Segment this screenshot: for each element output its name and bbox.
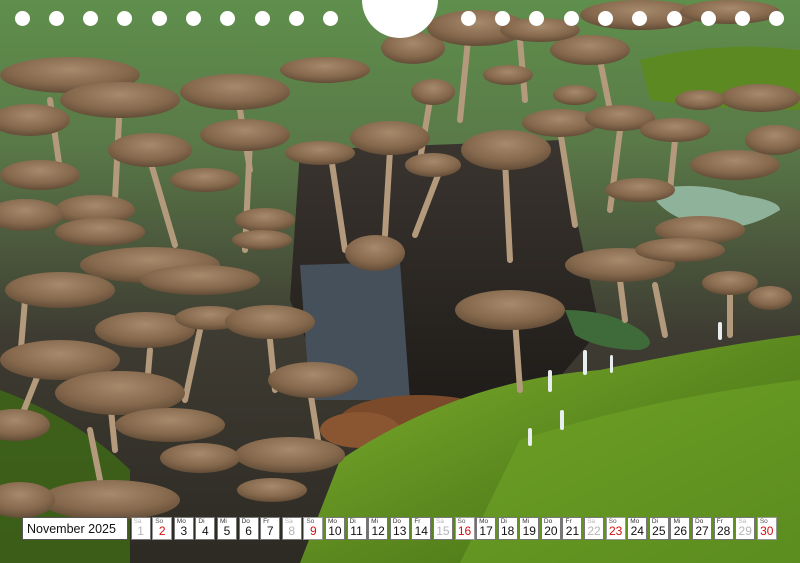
day-number: 7 [266, 524, 274, 538]
day-number: 19 [522, 524, 536, 538]
day-number: 27 [695, 524, 709, 538]
calendar-day: Mi 12 [368, 517, 389, 540]
calendar-day: So 23 [605, 517, 626, 540]
day-number: 14 [414, 524, 428, 538]
day-number: 13 [393, 524, 407, 538]
day-number: 29 [738, 524, 752, 538]
calendar-day: Di 11 [346, 517, 367, 540]
calendar-day: Di 25 [648, 517, 669, 540]
calendar-day: Di 4 [195, 517, 216, 540]
calendar-day: So 9 [303, 517, 324, 540]
day-number: 30 [760, 524, 774, 538]
calendar-day: Sa 22 [584, 517, 605, 540]
calendar-day: Mo 24 [627, 517, 648, 540]
day-number: 28 [716, 524, 731, 538]
mushroom-photo [0, 0, 800, 563]
day-number: 22 [587, 524, 601, 538]
calendar-day: Do 13 [389, 517, 410, 540]
day-number: 9 [310, 524, 317, 538]
day-number: 15 [436, 524, 450, 538]
calendar-day: Do 27 [692, 517, 713, 540]
calendar-day: Do 20 [540, 517, 561, 540]
calendar-strip: November 2025 Sa 1 So 2 Mo 3 Di 4 Mi 5 Do 6 Fr 7 Sa 8 So… [22, 517, 777, 540]
day-number: 24 [630, 524, 644, 538]
calendar-day: Mo 17 [476, 517, 497, 540]
calendar-day: Sa 15 [432, 517, 453, 540]
day-number: 3 [180, 524, 188, 538]
day-number: 21 [565, 524, 580, 538]
day-number: 11 [350, 524, 363, 538]
day-number: 23 [608, 524, 623, 538]
day-number: 5 [223, 524, 231, 538]
calendar-day: Sa 29 [735, 517, 756, 540]
calendar-day: Fr 21 [562, 517, 583, 540]
calendar-day: Fr 14 [411, 517, 432, 540]
day-number: 26 [673, 524, 688, 538]
calendar-day: Fr 28 [713, 517, 734, 540]
day-number: 12 [371, 524, 385, 538]
calendar-day: Mi 26 [670, 517, 691, 540]
calendar-day: So 16 [454, 517, 475, 540]
day-number: 8 [288, 524, 296, 538]
calendar-day: Mo 3 [173, 517, 194, 540]
day-number: 6 [245, 524, 252, 538]
calendar-day: Sa 1 [130, 517, 151, 540]
day-number: 4 [202, 524, 209, 538]
day-number: 25 [652, 524, 666, 538]
day-number: 10 [328, 524, 342, 538]
month-label: November 2025 [22, 517, 128, 540]
day-number: 2 [158, 524, 166, 538]
day-number: 16 [457, 524, 472, 538]
day-number: 1 [137, 524, 144, 538]
calendar-day: Di 18 [497, 517, 518, 540]
calendar-day: Mi 19 [519, 517, 540, 540]
calendar-day: Mo 10 [324, 517, 345, 540]
calendar-day: Fr 7 [260, 517, 281, 540]
calendar-day: Sa 8 [281, 517, 302, 540]
day-number: 20 [544, 524, 558, 538]
day-number: 17 [479, 524, 493, 538]
calendar-day: Mi 5 [216, 517, 237, 540]
calendar-day: Do 6 [238, 517, 259, 540]
day-number: 18 [501, 524, 515, 538]
calendar-day: So 2 [152, 517, 173, 540]
calendar-day: So 30 [756, 517, 777, 540]
